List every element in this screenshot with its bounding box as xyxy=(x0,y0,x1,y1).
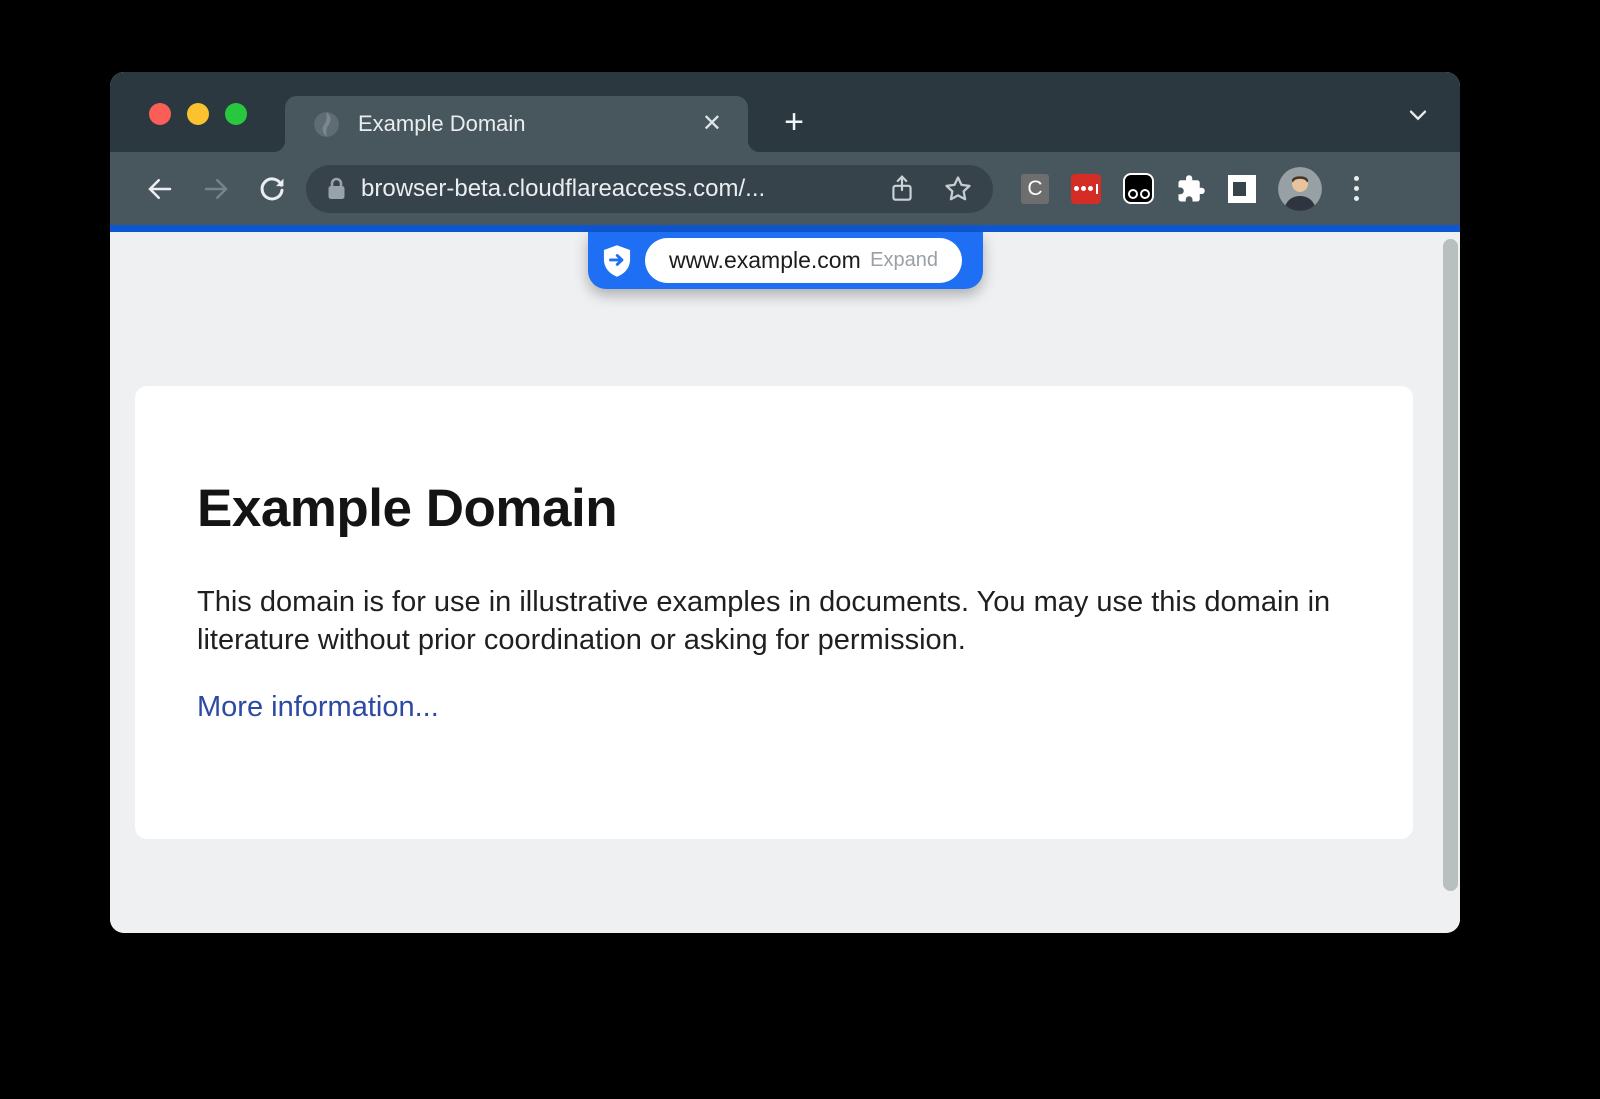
expand-button[interactable]: Expand xyxy=(870,249,938,272)
url-text: browser-beta.cloudflareaccess.com/... xyxy=(361,175,877,203)
c-extension-icon[interactable]: C xyxy=(1021,174,1049,204)
close-tab-icon[interactable]: ✕ xyxy=(698,108,726,140)
browser-window: Example Domain ✕ + xyxy=(110,72,1460,933)
tab-title: Example Domain xyxy=(358,111,698,137)
reload-button[interactable] xyxy=(244,167,300,211)
address-bar[interactable]: browser-beta.cloudflareaccess.com/... xyxy=(306,165,993,213)
share-icon[interactable] xyxy=(889,174,915,204)
binoculars-extension-icon[interactable] xyxy=(1123,173,1154,204)
tab-example-domain[interactable]: Example Domain ✕ xyxy=(285,96,748,152)
page-body-text: This domain is for use in illustrative e… xyxy=(197,583,1347,659)
tab-strip: Example Domain ✕ + xyxy=(110,72,1460,152)
isolation-domain-pill[interactable]: www.example.com Expand xyxy=(588,232,983,289)
vertical-scrollbar[interactable] xyxy=(1443,239,1458,891)
page-viewport: www.example.com Expand Example Domain Th… xyxy=(110,232,1460,933)
toolbar: browser-beta.cloudflareaccess.com/... xyxy=(110,152,1460,225)
chevron-down-icon[interactable] xyxy=(1404,100,1432,128)
forward-button[interactable] xyxy=(188,167,244,211)
example-domain-card: Example Domain This domain is for use in… xyxy=(135,386,1413,839)
zoom-window-button[interactable] xyxy=(225,103,247,125)
lastpass-extension-icon[interactable] xyxy=(1071,174,1101,204)
isolation-pill-inner[interactable]: www.example.com Expand xyxy=(645,238,962,283)
close-window-button[interactable] xyxy=(149,103,171,125)
new-tab-button[interactable]: + xyxy=(774,102,814,142)
frame-extension-icon[interactable] xyxy=(1228,175,1256,203)
isolated-domain-text: www.example.com xyxy=(669,247,870,274)
extensions-row: C xyxy=(1021,167,1365,211)
bookmark-star-icon[interactable] xyxy=(943,174,973,204)
shield-arrow-icon xyxy=(601,244,633,278)
page-title: Example Domain xyxy=(197,478,1349,539)
window-controls xyxy=(149,103,247,125)
lock-icon xyxy=(326,176,347,202)
more-information-link[interactable]: More information... xyxy=(197,691,439,724)
minimize-window-button[interactable] xyxy=(187,103,209,125)
profile-avatar[interactable] xyxy=(1278,167,1322,211)
globe-favicon-icon xyxy=(313,111,340,138)
back-button[interactable] xyxy=(132,167,188,211)
puzzle-extensions-icon[interactable] xyxy=(1176,174,1206,204)
loading-accent-line xyxy=(110,225,1460,232)
browser-menu-kebab-icon[interactable] xyxy=(1348,172,1365,205)
